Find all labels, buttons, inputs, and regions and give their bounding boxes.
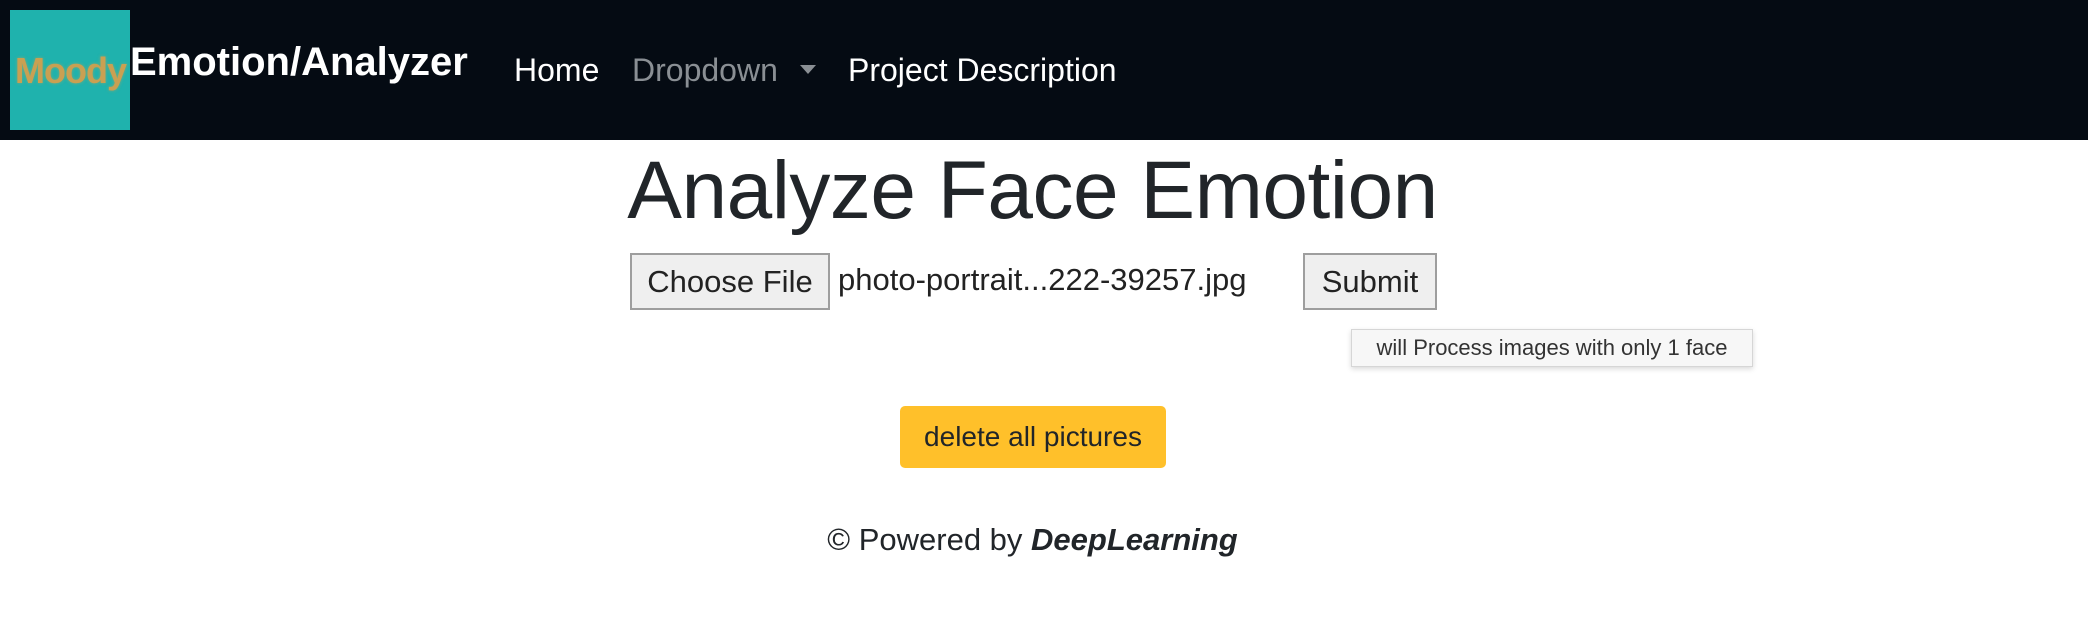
selected-file-name: photo-portrait...222-39257.jpg — [838, 262, 1247, 297]
submit-button[interactable]: Submit — [1303, 253, 1437, 310]
nav-link-project-description[interactable]: Project Description — [848, 52, 1117, 89]
brand-title[interactable]: Emotion/Analyzer — [130, 40, 468, 85]
submit-tooltip: will Process images with only 1 face — [1351, 329, 1753, 367]
footer-emphasis: DeepLearning — [1031, 522, 1238, 557]
page-title: Analyze Face Emotion — [627, 145, 1438, 236]
nav-link-home[interactable]: Home — [514, 52, 599, 89]
delete-all-pictures-button[interactable]: delete all pictures — [900, 406, 1166, 468]
logo-text: Moody — [15, 50, 127, 91]
app-logo[interactable]: Moody — [10, 10, 130, 130]
footer: © Powered by DeepLearning — [0, 522, 2065, 558]
top-navbar: Moody Emotion/Analyzer Home Dropdown Pro… — [0, 0, 2088, 140]
footer-prefix: © Powered by — [827, 522, 1032, 557]
nav-dropdown-toggle[interactable]: Dropdown — [632, 52, 778, 89]
caret-down-icon[interactable] — [800, 65, 816, 74]
choose-file-button[interactable]: Choose File — [630, 253, 830, 310]
